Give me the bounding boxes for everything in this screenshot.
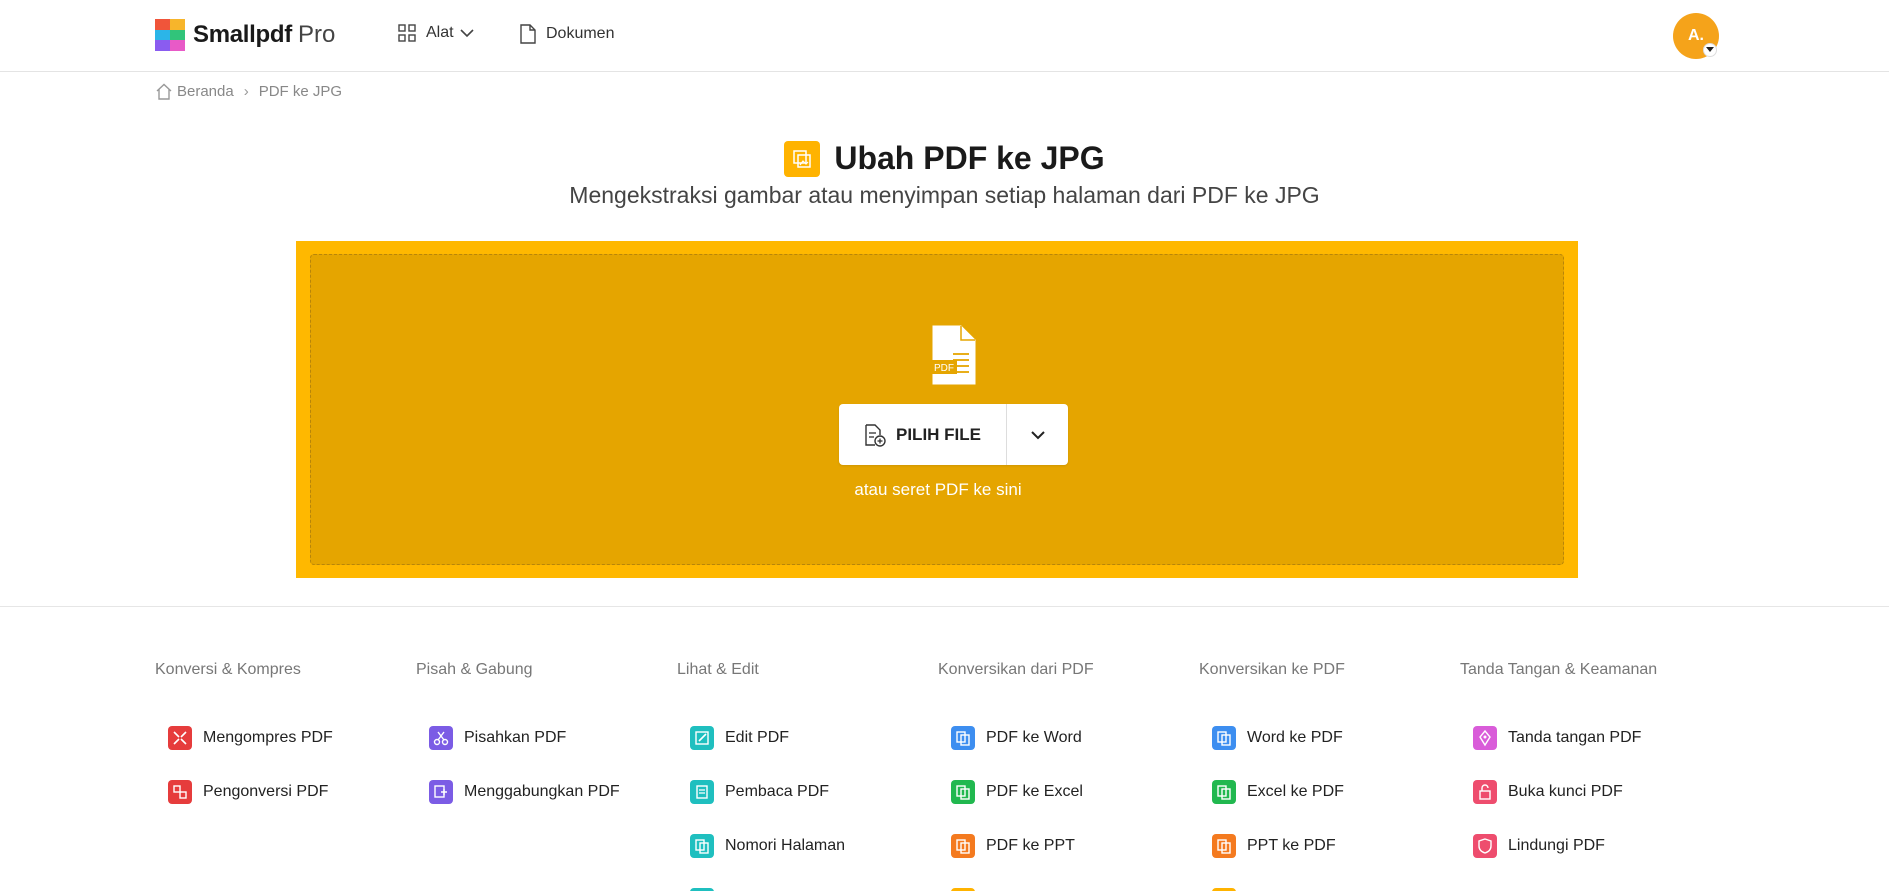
page-number-icon (690, 834, 714, 858)
ppt-icon (951, 834, 975, 858)
convert-icon (168, 780, 192, 804)
tool-column-title: Lihat & Edit (677, 661, 759, 678)
pdf-file-icon: PDF (931, 325, 976, 385)
tool-column: Pisah & Gabung Pisahkan PDF Menggabungkan … (416, 661, 676, 804)
choose-file-button-group: PILIH FILE (839, 404, 1068, 465)
dropzone[interactable]: PDF PILIH FILE atau seret PDF ke sini (296, 241, 1578, 578)
tool-link[interactable]: Excel ke PDF (1212, 780, 1344, 804)
tool-column: Konversikan ke PDF Word ke PDF Excel ke PD… (1199, 661, 1459, 891)
compress-icon (168, 726, 192, 750)
tool-link[interactable]: Tanda tangan PDF (1473, 726, 1641, 750)
tool-link-label: PDF ke Word (986, 729, 1082, 746)
breadcrumb-separator: › (243, 83, 249, 100)
tool-link-label: Edit PDF (725, 729, 790, 746)
logo-mark-icon (155, 19, 185, 51)
tool-link-label: Pisahkan PDF (464, 729, 567, 746)
section-divider (0, 606, 1889, 607)
avatar-initials: A. (1688, 27, 1704, 44)
reader-icon (690, 780, 714, 804)
tool-column-title: Tanda Tangan & Keamanan (1460, 661, 1658, 678)
brand-name: Smallpdf (193, 21, 292, 48)
page-subtitle: Mengekstraksi gambar atau menyimpan seti… (569, 182, 1320, 208)
sign-icon (1473, 726, 1497, 750)
tool-link[interactable]: PDF ke Excel (951, 780, 1083, 804)
nav-documents-label: Dokumen (546, 25, 615, 42)
tool-link-label: Excel ke PDF (1247, 783, 1344, 800)
tool-link[interactable]: Buka kunci PDF (1473, 780, 1623, 804)
tool-link-label: PDF ke Excel (986, 783, 1083, 800)
pdf-to-jpg-icon (784, 140, 821, 177)
tool-link[interactable]: Pengonversi PDF (168, 780, 328, 804)
word-icon (951, 726, 975, 750)
tool-link-label: Pembaca PDF (725, 783, 830, 800)
tool-link-label: PDF ke PPT (986, 837, 1075, 854)
tool-link-label: Menggabungkan PDF (464, 783, 620, 800)
excel-icon (951, 780, 975, 804)
file-add-icon (865, 423, 886, 447)
tool-column: Konversikan dari PDF PDF ke Word PDF ke Ex… (938, 661, 1198, 891)
word-icon (1212, 726, 1236, 750)
tool-link[interactable]: Menggabungkan PDF (429, 780, 620, 804)
tool-link[interactable]: Pisahkan PDF (429, 726, 566, 750)
chevron-down-icon (1030, 430, 1045, 439)
edit-icon (690, 726, 714, 750)
top-header: Smallpdf Pro Alat Dokumen A. (0, 0, 1889, 72)
breadcrumb-home[interactable]: Beranda (177, 83, 234, 100)
tool-link-label: Lindungi PDF (1508, 837, 1605, 854)
tool-column-title: Konversi & Kompres (155, 661, 301, 678)
shield-icon (1473, 834, 1497, 858)
tool-link-label: Nomori Halaman (725, 837, 846, 854)
choose-file-label: PILIH FILE (896, 424, 981, 444)
tool-link[interactable]: PPT ke PDF (1212, 834, 1336, 858)
tool-link-label: PPT ke PDF (1247, 837, 1336, 854)
tool-link[interactable]: Edit PDF (690, 726, 789, 750)
choose-file-button[interactable]: PILIH FILE (839, 404, 1007, 465)
tool-link[interactable]: Pembaca PDF (690, 780, 829, 804)
page-title: Ubah PDF ke JPG (834, 140, 1105, 176)
avatar-dropdown-icon[interactable] (1703, 43, 1717, 57)
excel-icon (1212, 780, 1236, 804)
tool-link-label: Pengonversi PDF (203, 783, 329, 800)
pdf-badge: PDF (934, 363, 954, 374)
nav-tools-label: Alat (426, 24, 454, 41)
tool-link-label: Tanda tangan PDF (1508, 729, 1642, 746)
breadcrumb: Beranda › PDF ke JPG (155, 83, 342, 100)
tool-column-title: Konversikan dari PDF (938, 661, 1094, 678)
tool-link[interactable]: Lindungi PDF (1473, 834, 1605, 858)
tool-link-label: Buka kunci PDF (1508, 783, 1623, 800)
brand-suffix: Pro (297, 21, 336, 48)
document-icon (520, 24, 536, 44)
tool-column: Lihat & Edit Edit PDF Pembaca PDF Nomori Ha… (677, 661, 937, 891)
chevron-down-icon (460, 29, 474, 38)
tool-column-title: Konversikan ke PDF (1199, 661, 1345, 678)
tool-column: Konversi & Kompres Mengompres PDF Pengonve… (155, 661, 415, 804)
page-title-row: Ubah PDF ke JPG (0, 140, 1889, 177)
choose-file-dropdown[interactable] (1007, 404, 1068, 465)
tool-column: Tanda Tangan & Keamanan Tanda tangan PDF B… (1460, 661, 1720, 858)
tool-link[interactable]: Nomori Halaman (690, 834, 845, 858)
tool-link[interactable]: Mengompres PDF (168, 726, 333, 750)
dropzone-area[interactable]: PDF PILIH FILE atau seret PDF ke sini (310, 254, 1564, 565)
tool-column-title: Pisah & Gabung (416, 661, 533, 678)
scissors-icon (429, 726, 453, 750)
unlock-icon (1473, 780, 1497, 804)
breadcrumb-current: PDF ke JPG (258, 83, 343, 100)
ppt-icon (1212, 834, 1236, 858)
drop-hint: atau seret PDF ke sini (854, 480, 1022, 499)
tool-link[interactable]: PDF ke PPT (951, 834, 1075, 858)
tool-link-label: Word ke PDF (1247, 729, 1343, 746)
merge-icon (429, 780, 453, 804)
nav-tools-menu[interactable]: Alat (398, 24, 474, 42)
brand-logo[interactable]: Smallpdf Pro (155, 19, 335, 51)
nav-documents[interactable]: Dokumen (520, 24, 614, 44)
tool-link-label: Mengompres PDF (203, 729, 333, 746)
tool-link[interactable]: PDF ke Word (951, 726, 1082, 750)
grid-icon (398, 24, 416, 42)
home-icon (156, 83, 172, 100)
tool-link[interactable]: Word ke PDF (1212, 726, 1343, 750)
